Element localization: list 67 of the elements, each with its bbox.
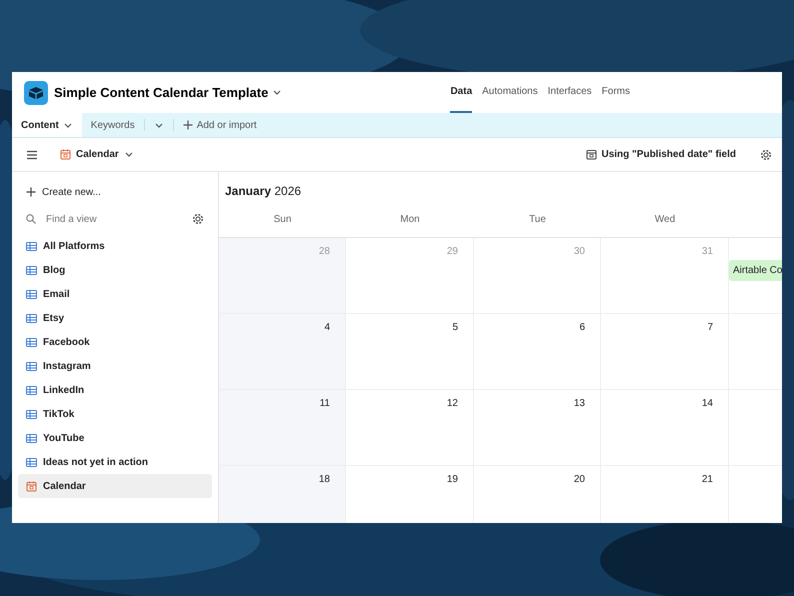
grid-icon: [26, 288, 37, 300]
chevron-down-icon: [272, 88, 282, 97]
search-field[interactable]: Find a view: [44, 210, 184, 228]
view-item[interactable]: Calendar: [18, 474, 212, 498]
weekday-label: Wed: [601, 202, 729, 238]
table-tab[interactable]: Keywords: [82, 113, 144, 137]
day-number: 29: [446, 245, 458, 259]
event-chip[interactable]: Airtable Co: [729, 260, 782, 281]
calendar-icon: [60, 149, 71, 160]
app-logo-icon: [24, 80, 48, 104]
day-number: 19: [446, 473, 458, 487]
day-number: 30: [574, 245, 585, 259]
grid-icon: [26, 240, 37, 252]
menu-icon[interactable]: [26, 150, 38, 160]
view-item[interactable]: All Platforms: [18, 234, 212, 258]
date-field-button[interactable]: Using "Published date" field: [580, 146, 742, 163]
day-number: 28: [318, 245, 330, 259]
day-number: 18: [318, 473, 330, 487]
chevron-down-icon: [124, 150, 134, 159]
view-item[interactable]: Blog: [18, 258, 212, 282]
add-or-import-button[interactable]: Add or import: [174, 113, 266, 137]
view-item[interactable]: Ideas not yet in action: [18, 450, 212, 474]
grid-icon: [26, 456, 37, 468]
top-nav-tab[interactable]: Automations: [482, 72, 538, 113]
day-number: 13: [574, 397, 585, 411]
settings-icon[interactable]: [760, 148, 772, 160]
view-switcher[interactable]: Calendar: [54, 146, 140, 163]
day-number: 20: [574, 473, 585, 487]
day-number: 21: [702, 473, 713, 487]
day-number: 6: [579, 321, 585, 335]
grid-icon: [26, 336, 37, 348]
day-number: 14: [702, 397, 713, 411]
day-number: 31: [702, 245, 713, 259]
top-nav-tab[interactable]: Forms: [602, 72, 630, 113]
view-item[interactable]: Instagram: [18, 354, 212, 378]
day-number: 5: [452, 321, 458, 335]
settings-icon[interactable]: [192, 213, 204, 225]
search-icon: [26, 214, 36, 224]
day-number: 11: [320, 397, 330, 411]
view-item[interactable]: Email: [18, 282, 212, 306]
chevron-down-icon: [62, 120, 73, 130]
month-title: January 2026: [224, 183, 302, 200]
calendar-icon: [586, 149, 596, 160]
create-new-button[interactable]: Create new...: [18, 180, 212, 204]
grid-icon: [26, 264, 37, 276]
table-tab[interactable]: Content: [12, 113, 82, 137]
grid-icon: [26, 312, 37, 324]
day-number: 12: [446, 397, 458, 411]
view-item[interactable]: Facebook: [18, 330, 212, 354]
weekday-label: Tue: [474, 202, 601, 238]
view-item[interactable]: Etsy: [18, 306, 212, 330]
chevron-down-icon: [154, 120, 164, 130]
day-number: 4: [324, 321, 330, 335]
calendar-icon: [26, 480, 37, 492]
grid-icon: [26, 384, 37, 396]
grid-icon: [26, 432, 37, 444]
base-title-dropdown[interactable]: Simple Content Calendar Template: [54, 82, 282, 102]
view-item[interactable]: YouTube: [18, 426, 212, 450]
grid-icon: [26, 360, 37, 372]
day-number: 7: [707, 321, 713, 335]
grid-icon: [26, 408, 37, 420]
view-item[interactable]: LinkedIn: [18, 378, 212, 402]
plus-icon: [182, 120, 193, 130]
plus-icon: [26, 187, 36, 197]
view-item[interactable]: TikTok: [18, 402, 212, 426]
weekday-label: Mon: [346, 202, 474, 238]
top-nav-tab[interactable]: Interfaces: [548, 72, 592, 113]
